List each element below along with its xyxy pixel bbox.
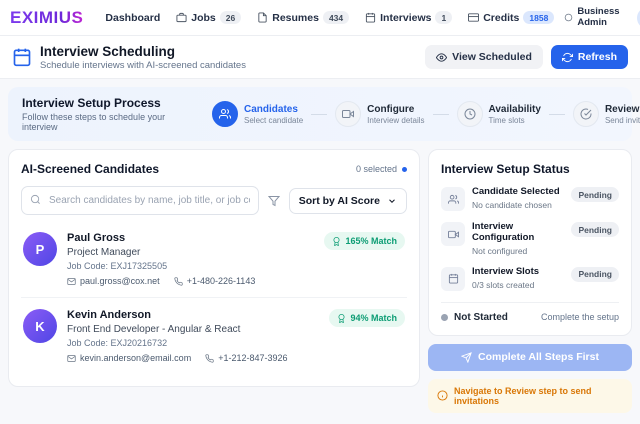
divider xyxy=(441,302,619,303)
step-connector xyxy=(311,114,327,115)
candidate-job-title: Front End Developer - Angular & React xyxy=(67,324,319,335)
nav-jobs[interactable]: Jobs 26 xyxy=(176,11,241,24)
step-configure[interactable]: Configure Interview details xyxy=(335,101,424,127)
step-connector xyxy=(433,114,449,115)
candidate-row-kevin-anderson[interactable]: K Kevin Anderson Front End Developer - A… xyxy=(21,297,407,374)
check-circle-icon xyxy=(573,101,599,127)
send-icon xyxy=(461,352,472,363)
candidate-job-code: Job Code: EXJ20216732 xyxy=(67,338,319,348)
credit-card-icon xyxy=(468,12,479,23)
setup-process-banner: Interview Setup Process Follow these ste… xyxy=(8,87,632,141)
mail-icon xyxy=(67,277,76,286)
nav-interviews[interactable]: Interviews 1 xyxy=(365,11,452,24)
page-header: Interview Scheduling Schedule interviews… xyxy=(0,36,640,79)
interview-setup-status-panel: Interview Setup Status Candidate Selecte… xyxy=(428,149,632,336)
status-badge: Pending xyxy=(571,187,619,202)
avatar: K xyxy=(23,309,57,343)
avatar: P xyxy=(23,232,57,266)
video-icon xyxy=(441,222,465,246)
setup-hint: Complete the setup xyxy=(541,312,619,322)
search-input[interactable] xyxy=(21,186,259,215)
top-nav: EXIMIUS Dashboard Jobs 26 Resumes 434 In… xyxy=(0,0,640,36)
candidate-job-code: Job Code: EXJ17325505 xyxy=(67,261,314,271)
complete-all-steps-button[interactable]: Complete All Steps First xyxy=(428,344,632,371)
candidate-name: Paul Gross xyxy=(67,232,314,244)
credits-count-badge: 1858 xyxy=(523,11,554,24)
match-score-badge: 165% Match xyxy=(324,232,405,250)
candidate-email: paul.gross@cox.net xyxy=(67,276,160,286)
nav-dashboard[interactable]: Dashboard xyxy=(105,12,160,24)
award-icon xyxy=(337,314,346,323)
calendar-icon xyxy=(365,12,376,23)
clock-icon xyxy=(457,101,483,127)
resumes-count-badge: 434 xyxy=(323,11,349,24)
nav-right: Business Admin AW ✓ Alex Williams Sign O… xyxy=(564,7,640,29)
status-item-candidate-selected: Candidate Selected No candidate chosen P… xyxy=(441,187,619,211)
status-panel-title: Interview Setup Status xyxy=(441,162,619,176)
users-icon xyxy=(441,187,465,211)
overall-status: Not Started xyxy=(454,312,508,323)
jobs-count-badge: 26 xyxy=(220,11,241,24)
step-candidates[interactable]: Candidates Select candidate xyxy=(212,101,303,127)
candidate-email: kevin.anderson@email.com xyxy=(67,353,191,363)
users-icon xyxy=(212,101,238,127)
role-indicator: Business Admin xyxy=(564,7,625,29)
candidate-phone: +1-480-226-1143 xyxy=(174,276,256,286)
selected-count: 0 selected xyxy=(356,164,407,174)
mail-icon xyxy=(67,354,76,363)
briefcase-icon xyxy=(176,12,187,23)
candidates-panel-title: AI-Screened Candidates xyxy=(21,162,159,176)
not-started-dot-icon xyxy=(441,314,448,321)
eye-icon xyxy=(436,52,447,63)
phone-icon xyxy=(174,277,183,286)
filter-icon[interactable] xyxy=(268,195,280,207)
process-subtitle: Follow these steps to schedule your inte… xyxy=(22,112,198,132)
view-scheduled-button[interactable]: View Scheduled xyxy=(425,45,543,69)
document-icon xyxy=(257,12,268,23)
sort-dropdown[interactable]: Sort by AI Score xyxy=(289,188,407,214)
review-warning: Navigate to Review step to send invitati… xyxy=(428,379,632,413)
phone-icon xyxy=(205,354,214,363)
interviews-count-badge: 1 xyxy=(435,11,452,24)
info-icon xyxy=(437,390,448,401)
process-title: Interview Setup Process xyxy=(22,96,198,110)
candidate-phone: +1-212-847-3926 xyxy=(205,353,287,363)
candidates-panel: AI-Screened Candidates 0 selected Sort b… xyxy=(8,149,420,387)
status-item-interview-slots: Interview Slots 0/3 slots created Pendin… xyxy=(441,267,619,291)
candidate-name: Kevin Anderson xyxy=(67,309,319,321)
refresh-icon xyxy=(562,52,573,63)
candidate-row-paul-gross[interactable]: P Paul Gross Project Manager Job Code: E… xyxy=(21,221,407,297)
chevron-down-icon xyxy=(387,196,397,206)
status-badge: Pending xyxy=(571,267,619,282)
step-review[interactable]: Review Send invitation xyxy=(573,101,640,127)
status-item-interview-configuration: Interview Configuration Not configured P… xyxy=(441,222,619,256)
role-label: Business Admin xyxy=(577,7,625,29)
search-icon xyxy=(30,194,41,205)
app-logo[interactable]: EXIMIUS xyxy=(10,8,83,28)
video-icon xyxy=(335,101,361,127)
selected-dot-icon xyxy=(402,167,407,172)
status-badge: Pending xyxy=(571,222,619,237)
calendar-icon xyxy=(441,267,465,291)
match-score-badge: 94% Match xyxy=(329,309,405,327)
award-icon xyxy=(332,237,341,246)
scheduling-calendar-icon xyxy=(12,47,32,67)
candidate-job-title: Project Manager xyxy=(67,247,314,258)
process-steps: Candidates Select candidate Configure In… xyxy=(212,101,640,127)
nav-resumes[interactable]: Resumes 434 xyxy=(257,11,349,24)
nav-items: Dashboard Jobs 26 Resumes 434 Interviews… xyxy=(105,11,554,24)
nav-credits[interactable]: Credits 1858 xyxy=(468,11,554,24)
step-connector xyxy=(549,114,565,115)
step-availability[interactable]: Availability Time slots xyxy=(457,101,541,127)
page-title: Interview Scheduling xyxy=(40,44,246,59)
role-icon xyxy=(564,13,573,22)
page-subtitle: Schedule interviews with AI-screened can… xyxy=(40,60,246,71)
refresh-button[interactable]: Refresh xyxy=(551,45,628,69)
candidate-list: P Paul Gross Project Manager Job Code: E… xyxy=(21,221,407,374)
